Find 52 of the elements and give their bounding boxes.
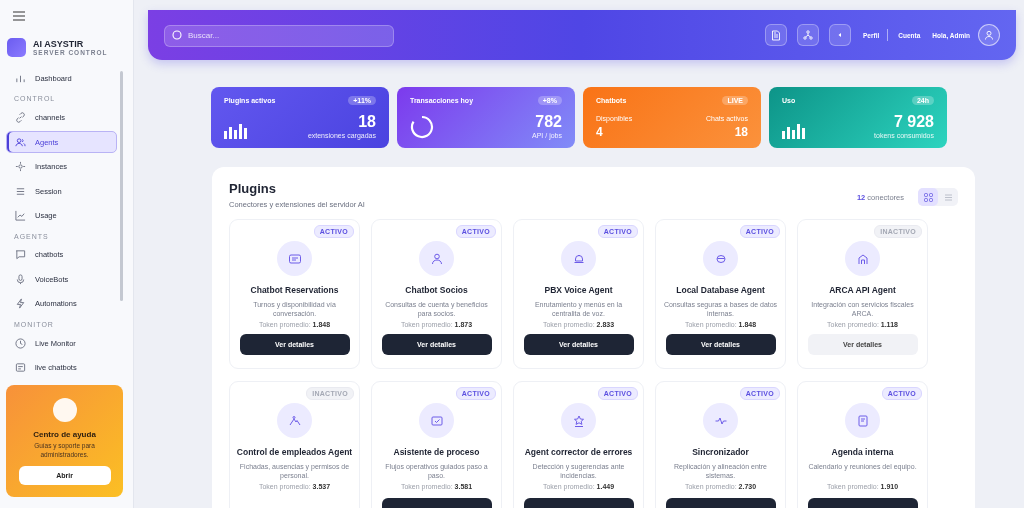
- plugin-name: PBX Voice Agent: [544, 285, 613, 297]
- trend-icon: [15, 210, 26, 221]
- stat-value: 7 928: [893, 114, 934, 130]
- brand-name: AI ASYSTIR: [33, 39, 85, 49]
- back-button[interactable]: [829, 24, 851, 46]
- bar-chart-icon: [224, 122, 250, 139]
- plugin-name: Sincronizador: [692, 447, 749, 459]
- grid-icon: [923, 192, 933, 202]
- check-icon: [419, 403, 454, 438]
- document-icon: [771, 29, 781, 41]
- stat-value: 782: [535, 114, 562, 130]
- chat-icon: [15, 249, 26, 261]
- list-icon: [15, 362, 26, 374]
- ring-icon: [410, 115, 434, 139]
- avatar-icon[interactable]: [978, 24, 1000, 46]
- help-circle-icon: [52, 398, 77, 422]
- menu-icon[interactable]: [13, 11, 25, 21]
- document-button[interactable]: [765, 24, 787, 46]
- users-icon: [15, 136, 26, 148]
- mountain-icon: [277, 403, 312, 438]
- search-icon: [172, 30, 182, 40]
- mic-icon: [15, 273, 26, 285]
- nodes-icon: [803, 30, 813, 40]
- user-icon: [419, 241, 454, 276]
- help-title: Centro de ayuda: [33, 430, 96, 439]
- card-icon: [277, 241, 312, 276]
- grid-view-button[interactable]: [918, 188, 938, 206]
- link-icon: [15, 112, 26, 124]
- panel-title: Plugins: [229, 181, 277, 196]
- stat-value: 18: [734, 125, 748, 139]
- stat-value: 4: [596, 125, 604, 139]
- plugin-name: Local Database Agent: [676, 285, 765, 297]
- plugin-name: Agenda interna: [831, 447, 894, 459]
- doc-icon: [845, 403, 880, 438]
- bar-chart-icon: [782, 122, 808, 139]
- plugin-name: Chatbot Reservations: [250, 285, 339, 297]
- share-button[interactable]: [797, 24, 819, 46]
- bell-icon: [561, 241, 596, 276]
- list-icon: [943, 192, 953, 202]
- lines-icon: [15, 185, 26, 197]
- caret-icon: [837, 32, 843, 38]
- plugin-name: Chatbot Socios: [405, 285, 468, 297]
- plugin-name: Agent corrector de errores: [524, 447, 633, 459]
- logo-icon: [7, 38, 26, 57]
- stat-value: 18: [358, 114, 376, 130]
- home-icon: [845, 241, 880, 276]
- pulse-icon: [703, 403, 738, 438]
- bolt-icon: [15, 298, 26, 310]
- plugin-name: Control de empleados Agent: [236, 447, 353, 459]
- clock-icon: [15, 337, 26, 349]
- plugin-name: Asistente de proceso: [393, 447, 480, 459]
- plugin-name: ARCA API Agent: [829, 285, 896, 297]
